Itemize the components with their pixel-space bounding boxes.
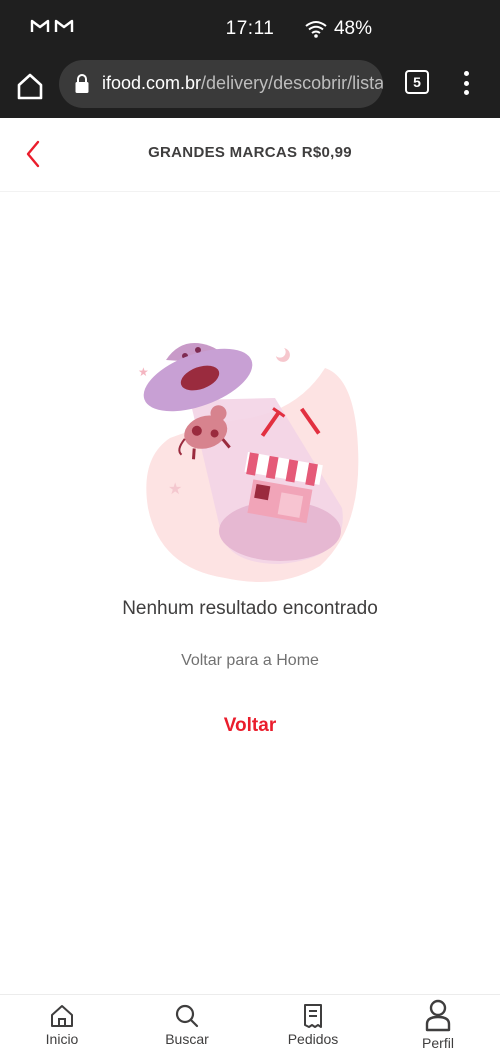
wifi-icon	[305, 21, 327, 38]
url-text: ifood.com.br/delivery/descobrir/lista/5	[102, 73, 383, 94]
page-header: GRANDES MARCAS R$0,99	[0, 118, 500, 192]
lock-icon	[75, 74, 89, 93]
bottom-navigation: Inicio Buscar Pedidos Perfil	[0, 994, 500, 1056]
empty-state-subtitle: Voltar para a Home	[181, 652, 319, 669]
tab-count: 5	[413, 74, 421, 90]
address-bar[interactable]: ifood.com.br/delivery/descobrir/lista/5	[59, 60, 383, 108]
nav-label-pedidos: Pedidos	[287, 1031, 339, 1047]
nav-item-inicio[interactable]: Inicio	[12, 995, 112, 1056]
profile-icon	[425, 999, 451, 1032]
nav-label-buscar: Buscar	[165, 1031, 209, 1047]
status-right: 48%	[304, 18, 372, 40]
clock: 17:11	[225, 18, 275, 39]
search-icon	[175, 1004, 199, 1028]
browser-home-icon[interactable]	[14, 70, 46, 102]
nav-item-pedidos[interactable]: Pedidos	[263, 995, 363, 1056]
nav-item-buscar[interactable]: Buscar	[137, 995, 237, 1056]
url-domain: ifood.com.br	[102, 73, 202, 93]
browser-toolbar: ifood.com.br/delivery/descobrir/lista/5 …	[0, 58, 500, 118]
empty-state-illustration: ★ ★	[138, 343, 359, 582]
battery-level: 48%	[333, 18, 372, 39]
back-to-home-button[interactable]: Voltar	[200, 710, 300, 742]
svg-text:★: ★	[138, 365, 149, 379]
empty-state-title: Nenhum resultado encontrado	[122, 598, 378, 619]
status-bar: 17:11 48%	[0, 0, 500, 58]
nav-label-perfil: Perfil	[422, 1035, 454, 1051]
receipt-icon	[304, 1004, 322, 1028]
svg-text:★: ★	[168, 479, 182, 498]
more-vert-icon	[463, 71, 469, 76]
url-path: /delivery/descobrir/lista/5	[201, 73, 383, 93]
nav-item-perfil[interactable]: Perfil	[388, 995, 488, 1056]
page-title: GRANDES MARCAS R$0,99	[148, 144, 352, 161]
home-icon	[51, 1005, 73, 1027]
tab-switcher-button[interactable]: 5	[405, 70, 429, 94]
browser-menu-button[interactable]	[456, 68, 476, 98]
nav-label-inicio: Inicio	[45, 1031, 79, 1047]
